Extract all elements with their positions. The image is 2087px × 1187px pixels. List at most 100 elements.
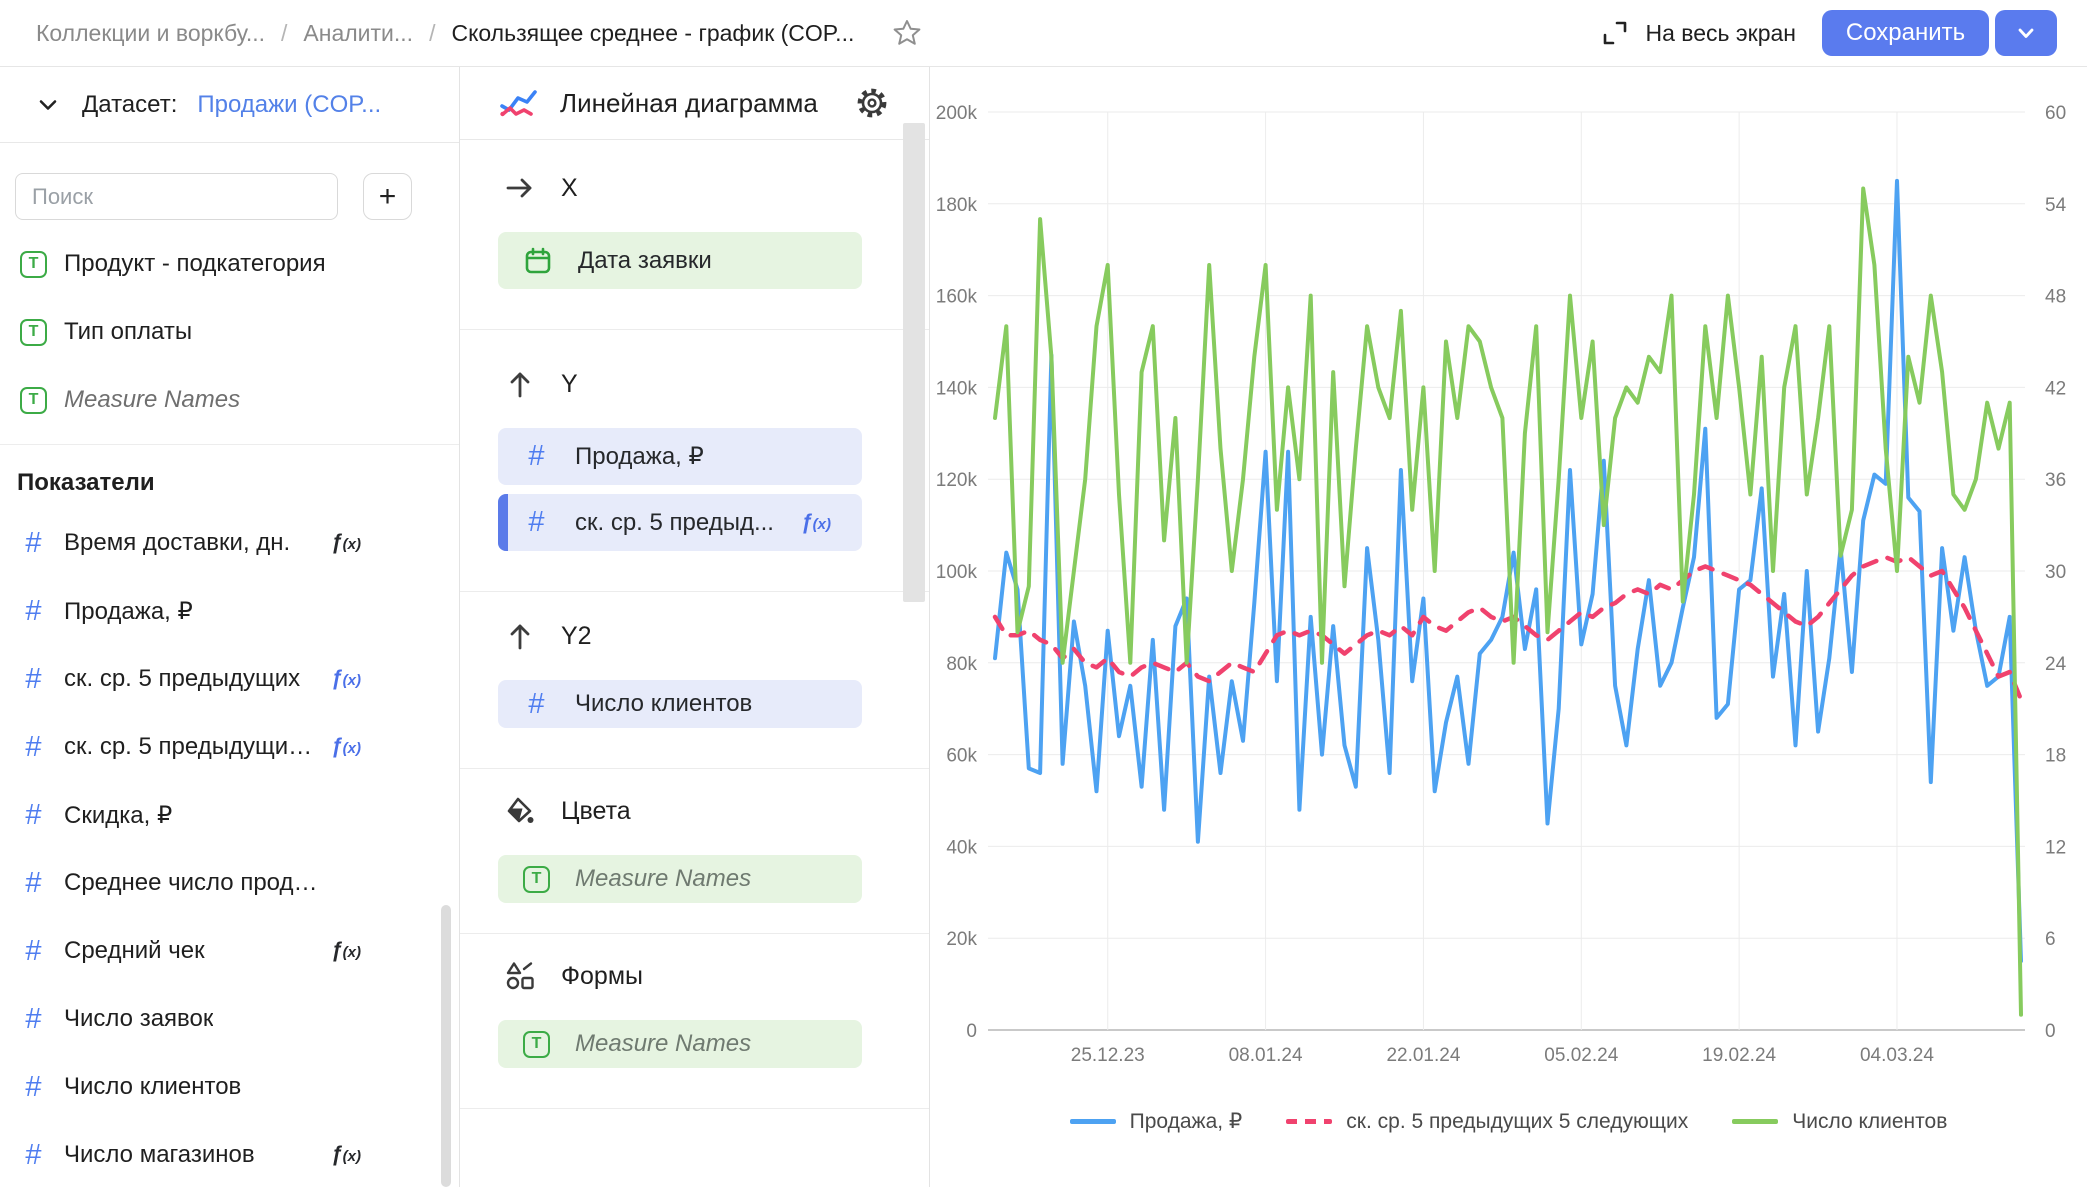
svg-text:0: 0: [966, 1021, 977, 1042]
y2-field-label: Число клиентов: [575, 690, 752, 718]
string-type-icon: T: [523, 1031, 550, 1058]
dimension-item[interactable]: T Тип оплаты: [0, 298, 459, 366]
shapes-field-label: Measure Names: [575, 1030, 751, 1058]
measure-label: Средний чек: [64, 937, 205, 965]
gear-icon[interactable]: [855, 86, 889, 120]
arrow-right-icon: [504, 172, 536, 204]
number-type-icon: #: [20, 1003, 47, 1036]
legend-item-clients[interactable]: Число клиентов: [1732, 1110, 1947, 1134]
formula-icon: ƒ(x): [331, 735, 361, 759]
dimension-item[interactable]: T Продукт - подкатегория: [0, 230, 459, 298]
number-type-icon: #: [20, 731, 47, 764]
measure-label: ск. ср. 5 предыдущих...: [64, 733, 314, 761]
breadcrumb: Коллекции и воркбу... / Аналити... / Ско…: [36, 18, 922, 48]
top-bar: Коллекции и воркбу... / Аналити... / Ско…: [0, 0, 2087, 67]
arrow-up-icon: [504, 368, 536, 400]
measure-item[interactable]: # Время доставки, дн. ƒ(x): [0, 509, 459, 577]
chevron-down-icon[interactable]: [34, 91, 62, 119]
chart-legend: Продажа, ₽ ск. ср. 5 предыдущих 5 следую…: [930, 1109, 2087, 1134]
shelf-section-x: X Дата заявки: [460, 140, 929, 330]
y2-field-chip[interactable]: # Число клиентов: [498, 680, 862, 728]
svg-text:54: 54: [2045, 195, 2067, 216]
legend-label: ск. ср. 5 предыдущих 5 следующих: [1346, 1110, 1688, 1134]
legend-item-moving-average[interactable]: ск. ср. 5 предыдущих 5 следующих: [1286, 1110, 1688, 1134]
svg-text:36: 36: [2045, 470, 2066, 491]
string-type-icon: T: [20, 387, 47, 414]
measure-label: Скидка, ₽: [64, 801, 172, 830]
colors-field-chip[interactable]: T Measure Names: [498, 855, 862, 903]
search-input[interactable]: [15, 173, 338, 220]
svg-text:180k: 180k: [936, 195, 978, 216]
divider: [0, 444, 459, 445]
measure-item[interactable]: # ск. ср. 5 предыдущих... ƒ(x): [0, 713, 459, 781]
y2-shelf-label: Y2: [561, 622, 592, 651]
arrow-up-icon: [504, 620, 536, 652]
fullscreen-label: На весь экран: [1646, 20, 1797, 47]
measure-item[interactable]: # Число магазинов ƒ(x): [0, 1121, 459, 1187]
measure-item[interactable]: # Среднее число продукто...: [0, 849, 459, 917]
svg-text:60: 60: [2045, 103, 2066, 124]
formula-icon: ƒ(x): [331, 939, 361, 963]
x-field-chip[interactable]: Дата заявки: [498, 232, 862, 289]
add-field-button[interactable]: +: [363, 173, 412, 220]
save-dropdown-button[interactable]: [1995, 10, 2057, 56]
svg-text:05.02.24: 05.02.24: [1544, 1045, 1618, 1066]
svg-text:48: 48: [2045, 287, 2066, 308]
favorite-star-icon[interactable]: [892, 18, 922, 48]
dataset-link[interactable]: Продажи (COP...: [197, 91, 381, 119]
svg-text:160k: 160k: [936, 287, 978, 308]
line-chart[interactable]: 0020k640k1260k1880k24100k30120k36140k421…: [930, 67, 2087, 1187]
number-type-icon: #: [523, 688, 550, 721]
string-type-icon: T: [523, 866, 550, 893]
svg-text:100k: 100k: [936, 562, 978, 583]
shelf-section-y: Y # Продажа, ₽ # ск. ср. 5 предыд... ƒ(x…: [460, 330, 929, 592]
shelf-scrollbar[interactable]: [903, 123, 925, 602]
colors-shelf-label: Цвета: [561, 797, 631, 826]
formula-icon: ƒ(x): [331, 1143, 361, 1167]
measure-item[interactable]: # Продажа, ₽: [0, 577, 459, 645]
measures-section-title: Показатели: [17, 469, 459, 497]
number-type-icon: #: [20, 663, 47, 696]
shapes-field-chip[interactable]: T Measure Names: [498, 1020, 862, 1068]
x-field-label: Дата заявки: [578, 247, 712, 275]
breadcrumb-separator: /: [429, 20, 435, 47]
fullscreen-button[interactable]: На весь экран: [1600, 18, 1797, 48]
colors-field-label: Measure Names: [575, 865, 751, 893]
dimension-label: Measure Names: [64, 386, 240, 414]
line-chart-type-icon[interactable]: [498, 85, 538, 121]
svg-text:22.01.24: 22.01.24: [1386, 1045, 1460, 1066]
y-field-chip[interactable]: # Продажа, ₽: [498, 428, 862, 485]
measure-item[interactable]: # ск. ср. 5 предыдущих ƒ(x): [0, 645, 459, 713]
dataset-row: Датасет: Продажи (COP...: [0, 67, 459, 143]
y-field-label: ск. ср. 5 предыд...: [575, 509, 774, 537]
measure-item[interactable]: # Средний чек ƒ(x): [0, 917, 459, 985]
dimensions-list: T Продукт - подкатегория T Тип оплаты T …: [0, 230, 459, 434]
calendar-icon: [523, 246, 553, 276]
svg-text:18: 18: [2045, 746, 2066, 767]
y-field-chip-selected[interactable]: # ск. ср. 5 предыд... ƒ(x): [498, 494, 862, 551]
measure-item[interactable]: # Число заявок: [0, 985, 459, 1053]
dimension-item[interactable]: T Measure Names: [0, 366, 459, 434]
chart-panel: 0020k640k1260k1880k24100k30120k36140k421…: [930, 67, 2087, 1187]
number-type-icon: #: [20, 595, 47, 628]
number-type-icon: #: [523, 440, 550, 473]
left-panel-scrollbar[interactable]: [441, 905, 451, 1187]
svg-text:08.01.24: 08.01.24: [1229, 1045, 1303, 1066]
shelf-section-y2: Y2 # Число клиентов: [460, 592, 929, 769]
shelf-section-colors: Цвета T Measure Names: [460, 769, 929, 934]
legend-swatch-dashed-pink: [1286, 1119, 1332, 1124]
page-title: Скользящее среднее - график (COP...: [451, 20, 854, 47]
legend-item-sales[interactable]: Продажа, ₽: [1070, 1109, 1243, 1134]
breadcrumb-collections[interactable]: Коллекции и воркбу...: [36, 20, 265, 47]
breadcrumb-analytics[interactable]: Аналити...: [303, 20, 413, 47]
number-type-icon: #: [523, 506, 550, 539]
legend-label: Число клиентов: [1792, 1110, 1947, 1134]
chart-type-label[interactable]: Линейная диаграмма: [560, 88, 818, 119]
paint-bucket-icon: [504, 795, 536, 827]
svg-text:80k: 80k: [946, 654, 977, 675]
string-type-icon: T: [20, 251, 47, 278]
measure-item[interactable]: # Число клиентов: [0, 1053, 459, 1121]
save-button[interactable]: Сохранить: [1822, 10, 1989, 56]
measure-item[interactable]: # Скидка, ₽: [0, 781, 459, 849]
dimension-label: Продукт - подкатегория: [64, 250, 326, 278]
